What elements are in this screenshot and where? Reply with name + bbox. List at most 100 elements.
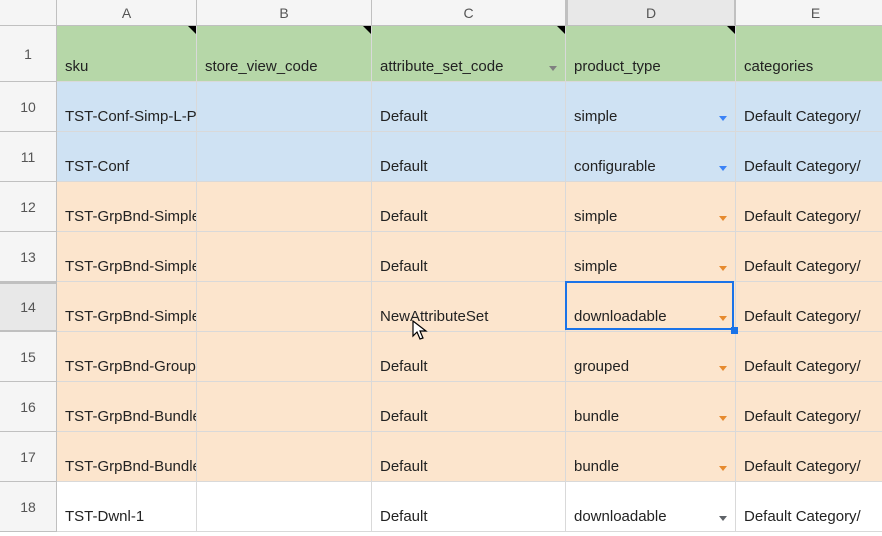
cell-sku[interactable]: TST-Dwnl-1 [57, 482, 197, 532]
note-indicator-icon [727, 26, 735, 34]
cell-text: grouped [574, 358, 629, 375]
cell-text: TST-GrpBnd-Simple-1 [65, 208, 197, 225]
cell-text: configurable [574, 158, 656, 175]
row-header-17[interactable]: 17 [0, 432, 57, 482]
header-attribute-set-code[interactable]: attribute_set_code [372, 26, 566, 82]
cell-product-type[interactable]: downloadable [566, 482, 736, 532]
cell-text: bundle [574, 408, 619, 425]
cell-sku[interactable]: TST-Conf-Simp-L-Purple [57, 82, 197, 132]
cell-text: Default Category/ [744, 158, 861, 175]
cell-attribute-set-code[interactable]: NewAttributeSet [372, 282, 566, 332]
cell-attribute-set-code[interactable]: Default [372, 432, 566, 482]
cell-store-view-code[interactable] [197, 132, 372, 182]
cell-categories[interactable]: Default Category/ [736, 282, 882, 332]
header-sku[interactable]: sku [57, 26, 197, 82]
cell-sku[interactable]: TST-GrpBnd-Bundle-FixedPrice [57, 432, 197, 482]
validation-dropdown-icon[interactable] [719, 416, 727, 421]
cell-text: store_view_code [205, 58, 318, 75]
cell-sku[interactable]: TST-GrpBnd-Grouped [57, 332, 197, 382]
cell-store-view-code[interactable] [197, 232, 372, 282]
cell-store-view-code[interactable] [197, 432, 372, 482]
cell-product-type[interactable]: bundle [566, 382, 736, 432]
note-indicator-icon [557, 26, 565, 34]
cell-attribute-set-code[interactable]: Default [372, 82, 566, 132]
spreadsheet-grid[interactable]: A B C D E 1 sku store_view_code attribut… [0, 0, 882, 532]
header-product-type[interactable]: product_type [566, 26, 736, 82]
validation-dropdown-icon[interactable] [719, 316, 727, 321]
cell-text: Default [380, 458, 428, 475]
cell-product-type[interactable]: simple [566, 182, 736, 232]
cell-store-view-code[interactable] [197, 482, 372, 532]
cell-categories[interactable]: Default Category/ [736, 382, 882, 432]
cell-text: Default Category/ [744, 408, 861, 425]
row-header-1[interactable]: 1 [0, 26, 57, 82]
row-header-13[interactable]: 13 [0, 232, 57, 282]
cell-product-type[interactable]: grouped [566, 332, 736, 382]
cell-product-type[interactable]: simple [566, 232, 736, 282]
cell-store-view-code[interactable] [197, 182, 372, 232]
cell-text: Default Category/ [744, 208, 861, 225]
cell-text: categories [744, 58, 813, 75]
cell-sku[interactable]: TST-GrpBnd-Bundle-DynamicPrice [57, 382, 197, 432]
cell-product-type[interactable]: downloadable [566, 282, 736, 332]
cell-text: downloadable [574, 508, 667, 525]
validation-dropdown-icon[interactable] [719, 266, 727, 271]
cell-categories[interactable]: Default Category/ [736, 332, 882, 382]
validation-dropdown-icon[interactable] [719, 116, 727, 121]
cell-attribute-set-code[interactable]: Default [372, 332, 566, 382]
cell-attribute-set-code[interactable]: Default [372, 482, 566, 532]
cell-text: simple [574, 108, 617, 125]
col-header-A[interactable]: A [57, 0, 197, 26]
row-header-15[interactable]: 15 [0, 332, 57, 382]
col-header-C[interactable]: C [372, 0, 566, 26]
cell-product-type[interactable]: configurable [566, 132, 736, 182]
cell-categories[interactable]: Default Category/ [736, 482, 882, 532]
row-header-11[interactable]: 11 [0, 132, 57, 182]
validation-dropdown-icon[interactable] [719, 366, 727, 371]
validation-dropdown-icon[interactable] [719, 166, 727, 171]
cell-text: Default Category/ [744, 458, 861, 475]
header-categories[interactable]: categories [736, 26, 882, 82]
validation-dropdown-icon[interactable] [719, 516, 727, 521]
row-header-10[interactable]: 10 [0, 82, 57, 132]
cell-text: bundle [574, 458, 619, 475]
cell-categories[interactable]: Default Category/ [736, 232, 882, 282]
header-store-view-code[interactable]: store_view_code [197, 26, 372, 82]
validation-dropdown-icon[interactable] [719, 466, 727, 471]
cell-product-type[interactable]: simple [566, 82, 736, 132]
cell-attribute-set-code[interactable]: Default [372, 232, 566, 282]
cell-sku[interactable]: TST-Conf [57, 132, 197, 182]
cell-text: Default Category/ [744, 358, 861, 375]
cell-store-view-code[interactable] [197, 332, 372, 382]
filter-dropdown-icon[interactable] [549, 66, 557, 71]
cell-text: product_type [574, 58, 661, 75]
cell-categories[interactable]: Default Category/ [736, 132, 882, 182]
cell-store-view-code[interactable] [197, 382, 372, 432]
cell-attribute-set-code[interactable]: Default [372, 132, 566, 182]
col-header-E[interactable]: E [736, 0, 882, 26]
row-header-14[interactable]: 14 [0, 282, 57, 332]
cell-sku[interactable]: TST-GrpBnd-Simple-3 [57, 282, 197, 332]
cell-store-view-code[interactable] [197, 82, 372, 132]
col-header-D[interactable]: D [566, 0, 736, 26]
cell-categories[interactable]: Default Category/ [736, 432, 882, 482]
col-header-B[interactable]: B [197, 0, 372, 26]
cell-sku[interactable]: TST-GrpBnd-Simple-2 [57, 232, 197, 282]
row-header-12[interactable]: 12 [0, 182, 57, 232]
row-header-18[interactable]: 18 [0, 482, 57, 532]
corner-cell[interactable] [0, 0, 57, 26]
cell-attribute-set-code[interactable]: Default [372, 382, 566, 432]
cell-text: Default Category/ [744, 308, 861, 325]
cell-attribute-set-code[interactable]: Default [372, 182, 566, 232]
cell-sku[interactable]: TST-GrpBnd-Simple-1 [57, 182, 197, 232]
cell-store-view-code[interactable] [197, 282, 372, 332]
cell-text: attribute_set_code [380, 58, 503, 75]
cell-text: Default Category/ [744, 108, 861, 125]
cell-text: TST-GrpBnd-Bundle-FixedPrice [65, 458, 197, 475]
cell-categories[interactable]: Default Category/ [736, 82, 882, 132]
validation-dropdown-icon[interactable] [719, 216, 727, 221]
row-header-16[interactable]: 16 [0, 382, 57, 432]
note-indicator-icon [188, 26, 196, 34]
cell-product-type[interactable]: bundle [566, 432, 736, 482]
cell-categories[interactable]: Default Category/ [736, 182, 882, 232]
